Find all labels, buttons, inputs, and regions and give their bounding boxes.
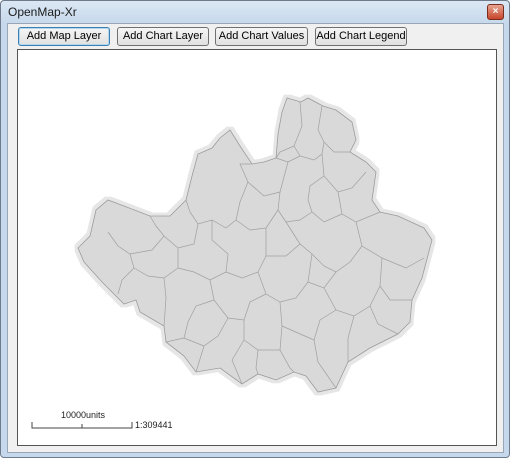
- window-title: OpenMap-Xr: [8, 5, 77, 19]
- app-window: OpenMap-Xr × Add Map Layer Add Chart Lay…: [0, 0, 510, 458]
- client-area: Add Map Layer Add Chart Layer Add Chart …: [7, 23, 504, 453]
- add-chart-values-button[interactable]: Add Chart Values: [215, 27, 308, 46]
- add-map-layer-button[interactable]: Add Map Layer: [18, 27, 110, 46]
- close-button[interactable]: ×: [487, 4, 504, 20]
- scale-ratio: 1:309441: [135, 420, 173, 430]
- scale-bar: [31, 422, 133, 429]
- add-chart-legend-button[interactable]: Add Chart Legend: [315, 27, 407, 46]
- add-chart-layer-button[interactable]: Add Chart Layer: [117, 27, 209, 46]
- map-canvas[interactable]: 10000units 1:309441: [17, 49, 497, 446]
- title-bar[interactable]: OpenMap-Xr ×: [1, 1, 509, 23]
- map-svg: 10000units 1:309441: [31, 97, 433, 430]
- scale-label: 10000units: [61, 410, 106, 420]
